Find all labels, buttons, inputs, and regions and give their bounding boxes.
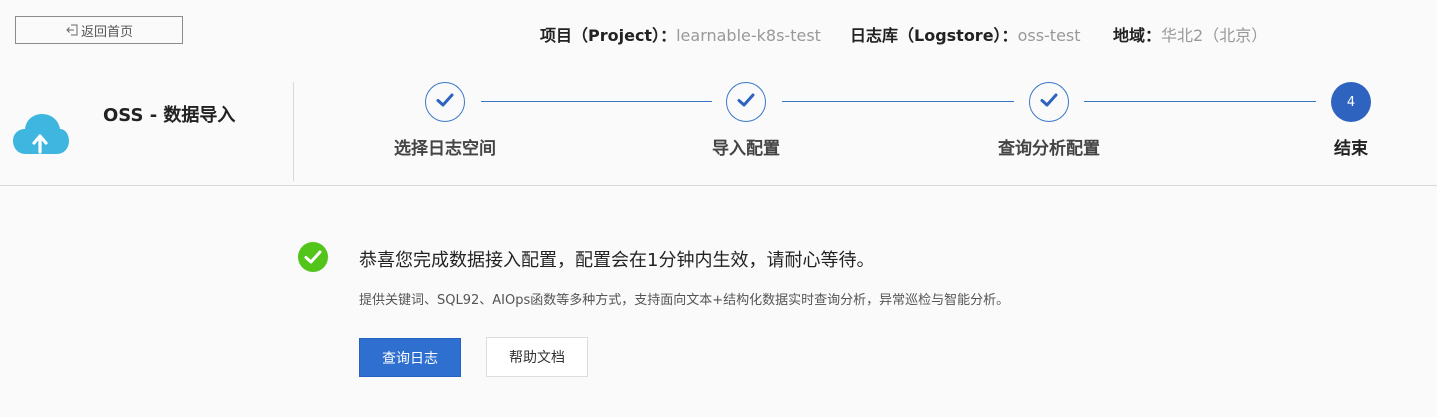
wizard-title: OSS - 数据导入 bbox=[103, 105, 236, 126]
success-check-circle-icon bbox=[297, 241, 329, 273]
back-home-button[interactable]: 返回首页 bbox=[15, 16, 183, 44]
project-info: 项目（Project）：learnable-k8s-test bbox=[540, 22, 821, 46]
step-1-indicator bbox=[425, 82, 465, 122]
step-connector-1 bbox=[481, 101, 712, 102]
step-1-label: 选择日志空间 bbox=[394, 139, 496, 159]
back-arrow-icon bbox=[65, 23, 79, 37]
check-icon bbox=[735, 89, 757, 115]
project-value: learnable-k8s-test bbox=[676, 26, 821, 45]
page: 返回首页 项目（Project）：learnable-k8s-test 日志库（… bbox=[0, 0, 1437, 417]
success-title: 恭喜您完成数据接入配置，配置会在1分钟内生效，请耐心等待。 bbox=[359, 250, 875, 271]
step-3-indicator bbox=[1029, 82, 1069, 122]
step-connector-2 bbox=[782, 101, 1014, 102]
check-icon bbox=[1038, 89, 1060, 115]
query-logs-button[interactable]: 查询日志 bbox=[359, 338, 461, 377]
region-info: 地域：华北2（北京） bbox=[1113, 22, 1267, 46]
step-4-indicator: 4 bbox=[1331, 82, 1371, 122]
vertical-divider bbox=[293, 82, 294, 181]
horizontal-divider bbox=[0, 185, 1437, 186]
cloud-upload-icon bbox=[12, 110, 70, 156]
help-docs-button[interactable]: 帮助文档 bbox=[486, 337, 588, 377]
logstore-info: 日志库（Logstore）：oss-test bbox=[850, 22, 1081, 46]
region-label: 地域： bbox=[1113, 26, 1162, 45]
step-4-label: 结束 bbox=[1334, 139, 1368, 159]
step-3-label: 查询分析配置 bbox=[998, 139, 1100, 159]
region-value: 华北2（北京） bbox=[1161, 26, 1268, 45]
step-connector-3 bbox=[1084, 101, 1316, 102]
project-label: 项目（Project）： bbox=[540, 26, 677, 45]
logstore-value: oss-test bbox=[1017, 26, 1081, 45]
check-icon bbox=[434, 89, 456, 115]
success-description: 提供关键词、SQL92、AIOps函数等多种方式，支持面向文本+结构化数据实时查… bbox=[359, 293, 1010, 308]
step-4-number: 4 bbox=[1346, 94, 1356, 110]
back-home-label: 返回首页 bbox=[80, 24, 133, 40]
step-2-indicator bbox=[726, 82, 766, 122]
step-2-label: 导入配置 bbox=[712, 139, 780, 159]
logstore-label: 日志库（Logstore）： bbox=[850, 26, 1018, 45]
